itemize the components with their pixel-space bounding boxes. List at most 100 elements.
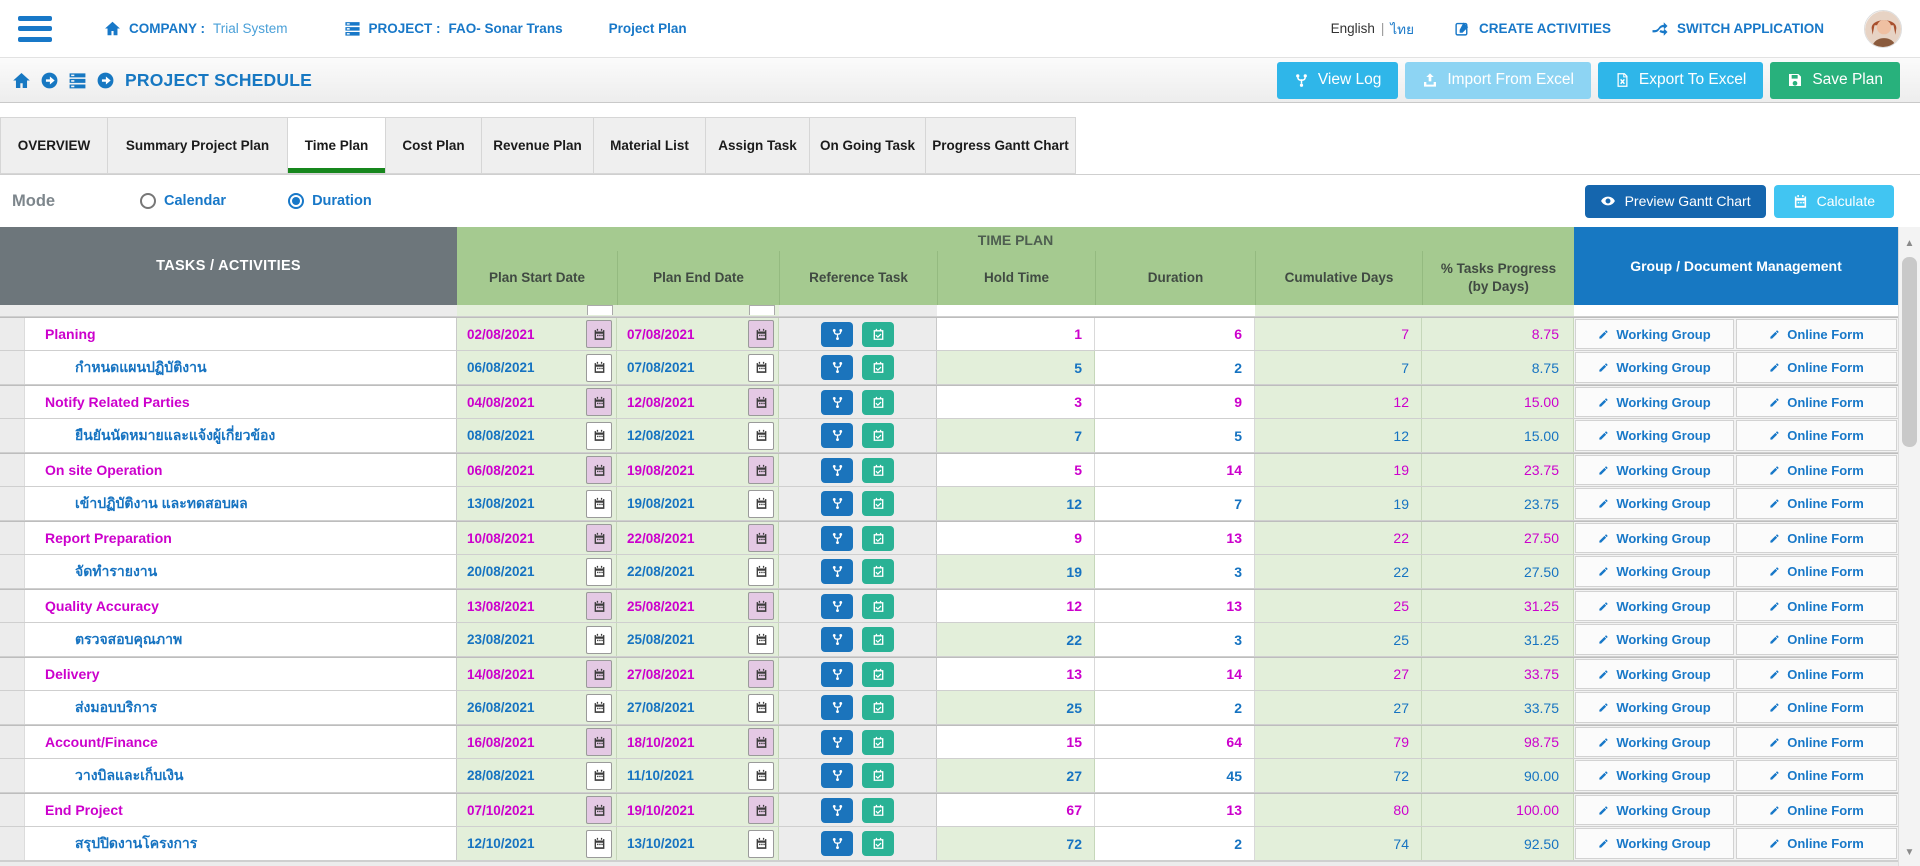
duration-cell[interactable]: 2 [1095,691,1255,724]
calendar-picker-button[interactable] [748,353,774,382]
reference-branch-button[interactable] [821,661,853,687]
import-from-excel-button[interactable]: Import From Excel [1405,61,1591,99]
reference-calendar-check-button[interactable] [862,389,894,415]
calendar-picker-button[interactable] [748,761,774,790]
hold-time-cell[interactable]: 12 [937,487,1095,520]
working-group-link[interactable]: Working Group [1575,420,1734,451]
breadcrumb-home-icon[interactable] [12,71,31,90]
calendar-picker-button[interactable] [586,796,612,824]
working-group-link[interactable]: Working Group [1575,591,1734,621]
working-group-link[interactable]: Working Group [1575,319,1734,349]
hold-time-cell[interactable]: 9 [937,522,1095,554]
calendar-picker-button[interactable] [586,489,612,518]
online-form-link[interactable]: Online Form [1736,795,1897,825]
plan-end-date-cell[interactable]: 25/08/2021 [617,623,779,656]
duration-cell[interactable]: 13 [1095,794,1255,826]
hold-time-cell[interactable]: 13 [937,658,1095,690]
reference-branch-button[interactable] [821,423,853,448]
calendar-picker-button[interactable] [586,524,612,552]
hold-time-cell[interactable]: 7 [937,419,1095,452]
online-form-link[interactable]: Online Form [1736,727,1897,757]
online-form-link[interactable]: Online Form [1736,624,1897,655]
duration-cell[interactable]: 13 [1095,522,1255,554]
online-form-link[interactable]: Online Form [1736,488,1897,519]
duration-cell[interactable]: 3 [1095,623,1255,656]
tab-summary-project-plan[interactable]: Summary Project Plan [108,117,288,174]
working-group-link[interactable]: Working Group [1575,828,1734,859]
duration-cell[interactable]: 13 [1095,590,1255,622]
calendar-picker-button[interactable] [586,320,612,348]
hold-time-cell[interactable]: 67 [937,794,1095,826]
plan-start-date-cell[interactable]: 08/08/2021 [457,419,617,452]
task-name-field[interactable]: ตรวจสอบคุณภาพ [24,623,456,656]
plan-end-date-cell[interactable]: 25/08/2021 [617,590,779,622]
plan-start-date-cell[interactable]: 07/10/2021 [457,794,617,826]
calendar-picker-button[interactable] [748,728,774,756]
plan-start-date-cell[interactable]: 04/08/2021 [457,386,617,418]
hold-time-cell[interactable]: 15 [937,726,1095,758]
reference-branch-button[interactable] [821,797,853,823]
working-group-link[interactable]: Working Group [1575,760,1734,791]
duration-cell[interactable]: 14 [1095,454,1255,486]
calendar-picker-button[interactable] [586,829,612,858]
hold-time-cell[interactable]: 5 [937,351,1095,384]
plan-end-date-cell[interactable]: 12/08/2021 [617,386,779,418]
task-name-field[interactable]: On site Operation [24,454,456,486]
reference-branch-button[interactable] [821,729,853,755]
online-form-link[interactable]: Online Form [1736,659,1897,689]
hold-time-cell[interactable]: 3 [937,386,1095,418]
duration-cell[interactable]: 7 [1095,487,1255,520]
working-group-link[interactable]: Working Group [1575,523,1734,553]
reference-calendar-check-button[interactable] [862,831,894,856]
tab-overview[interactable]: OVERVIEW [0,117,108,174]
scrollbar-thumb[interactable] [1902,257,1917,447]
lang-thai[interactable]: ไทย [1390,18,1414,40]
task-name-field[interactable]: ยืนยันนัดหมายและแจ้งผู้เกี่ยวข้อง [24,419,456,452]
reference-calendar-check-button[interactable] [862,695,894,720]
online-form-link[interactable]: Online Form [1736,455,1897,485]
reference-branch-button[interactable] [821,763,853,788]
hamburger-menu-icon[interactable] [18,15,52,42]
task-name-field[interactable]: Delivery [24,658,456,690]
plan-end-date-cell[interactable]: 11/10/2021 [617,759,779,792]
plan-end-date-cell[interactable]: 22/08/2021 [617,522,779,554]
hold-time-cell[interactable]: 5 [937,454,1095,486]
reference-branch-button[interactable] [821,831,853,856]
hold-time-cell[interactable]: 12 [937,590,1095,622]
user-avatar[interactable] [1864,9,1902,48]
tab-time-plan[interactable]: Time Plan [288,117,386,174]
duration-cell[interactable]: 5 [1095,419,1255,452]
reference-calendar-check-button[interactable] [862,559,894,584]
working-group-link[interactable]: Working Group [1575,795,1734,825]
calendar-picker-button[interactable] [586,557,612,586]
plan-end-date-cell[interactable]: 13/10/2021 [617,827,779,860]
lang-english[interactable]: English [1331,21,1375,36]
working-group-link[interactable]: Working Group [1575,556,1734,587]
reference-calendar-check-button[interactable] [862,491,894,516]
plan-end-date-cell[interactable]: 07/08/2021 [617,351,779,384]
reference-branch-button[interactable] [821,355,853,380]
task-name-field[interactable]: End Project [24,794,456,826]
task-name-field[interactable]: Notify Related Parties [24,386,456,418]
calendar-picker-button[interactable] [586,693,612,722]
online-form-link[interactable]: Online Form [1736,523,1897,553]
online-form-link[interactable]: Online Form [1736,828,1897,859]
hold-time-cell[interactable]: 19 [937,555,1095,588]
tab-revenue-plan[interactable]: Revenue Plan [482,117,594,174]
plan-end-date-cell[interactable]: 19/08/2021 [617,454,779,486]
plan-start-date-cell[interactable]: 06/08/2021 [457,351,617,384]
task-name-field[interactable]: สรุปปิดงานโครงการ [24,827,456,860]
plan-start-date-cell[interactable]: 02/08/2021 [457,318,617,350]
working-group-link[interactable]: Working Group [1575,624,1734,655]
duration-cell[interactable]: 6 [1095,318,1255,350]
tab-material-list[interactable]: Material List [594,117,706,174]
calendar-picker-button[interactable] [586,625,612,654]
online-form-link[interactable]: Online Form [1736,692,1897,723]
export-to-excel-button[interactable]: Export To Excel [1597,61,1764,99]
duration-cell[interactable]: 2 [1095,827,1255,860]
calendar-picker-button[interactable] [748,625,774,654]
reference-branch-button[interactable] [821,389,853,415]
calendar-picker-button[interactable] [748,489,774,518]
calendar-picker-button[interactable] [748,388,774,416]
calendar-picker-button[interactable] [586,728,612,756]
